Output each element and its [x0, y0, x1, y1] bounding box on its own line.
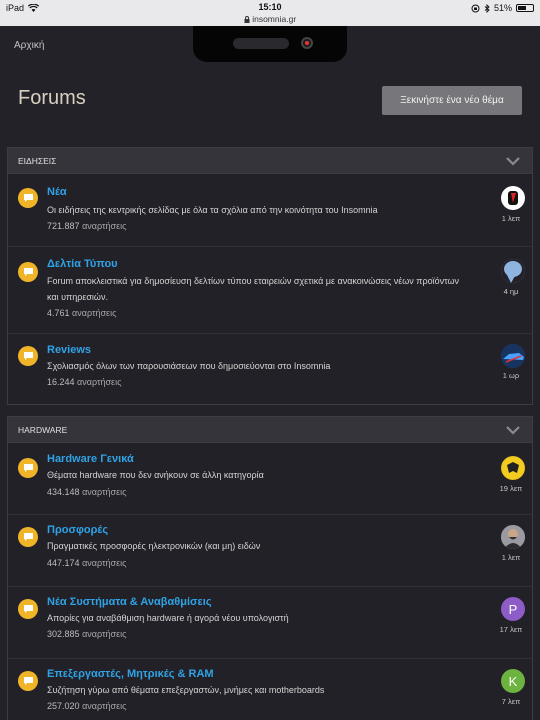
forum-row[interactable]: Δελτία Τύπου Forum αποκλειστικά για δημο… [8, 247, 532, 334]
red-logo-avatar[interactable] [501, 186, 525, 210]
forum-title[interactable]: Δελτία Τύπου [47, 258, 118, 270]
post-count: 302.885 αναρτήσεις [47, 629, 126, 639]
chat-bubble-icon [18, 188, 38, 208]
forum-title[interactable]: Προσφορές [47, 524, 108, 536]
post-count-label: αναρτήσεις [82, 558, 127, 568]
chat-bubble-icon [18, 262, 38, 282]
post-count: 4.761 αναρτήσεις [47, 308, 116, 318]
section-hardware: HARDWARE Hardware Γενικά Θέματα hardware… [7, 416, 533, 720]
forum-row[interactable]: Reviews Σχολιασμός όλων των παρουσιάσεων… [8, 334, 532, 404]
record-indicator-icon [301, 37, 313, 49]
forum-title[interactable]: Hardware Γενικά [47, 453, 134, 465]
post-count-value: 302.885 [47, 629, 80, 639]
rotation-lock-icon [471, 4, 480, 12]
camera-notch [193, 26, 347, 62]
forum-description: Οι ειδήσεις της κεντρικής σελίδας με όλα… [47, 205, 378, 215]
post-count-label: αναρτήσεις [82, 221, 127, 231]
section-header[interactable]: HARDWARE [8, 417, 532, 443]
post-count: 16.244 αναρτήσεις [47, 377, 121, 387]
forum-description: Θέματα hardware που δεν ανήκουν σε άλλη … [47, 470, 264, 480]
person-photo-avatar[interactable] [501, 525, 525, 549]
post-count: 447.174 αναρτήσεις [47, 558, 126, 568]
forum-row[interactable]: Νέα Οι ειδήσεις της κεντρικής σελίδας με… [8, 174, 532, 247]
battery-percent: 51% [493, 3, 512, 13]
post-count: 434.148 αναρτήσεις [47, 487, 126, 497]
new-topic-button[interactable]: Ξεκινήστε ένα νέο θέμα [382, 86, 522, 115]
last-post-time: 1 λεπ [501, 214, 521, 223]
yellow-emblem-avatar[interactable] [501, 456, 525, 480]
letter-avatar[interactable]: K [501, 669, 525, 693]
forum-description: Σχολιασμός όλων των παρουσιάσεων που δημ… [47, 361, 331, 371]
post-count-label: αναρτήσεις [72, 308, 117, 318]
last-post-time: 4 ημ [503, 287, 519, 296]
address-bar[interactable]: insomnia.gr [0, 14, 540, 24]
last-post-time: 1 ωρ [502, 371, 520, 380]
lock-icon [244, 16, 250, 23]
forum-description: Απορίες για αναβάθμιση hardware ή αγορά … [47, 613, 289, 623]
forum-row[interactable]: Προσφορές Πραγματικές προσφορές ηλεκτρον… [8, 515, 532, 587]
bluetooth-icon [484, 3, 490, 13]
forum-row[interactable]: Επεξεργαστές, Μητρικές & RAM Συζήτηση γύ… [8, 659, 532, 720]
blue-cloud-avatar[interactable] [501, 259, 525, 283]
post-count: 257.020 αναρτήσεις [47, 701, 126, 711]
clock: 15:10 [258, 2, 282, 12]
section-title: ΕΙΔΗΣΕΙΣ [18, 155, 57, 166]
post-count-label: αναρτήσεις [82, 629, 127, 639]
post-count-label: αναρτήσεις [82, 701, 127, 711]
last-post-time: 19 λεπ [499, 484, 523, 493]
letter-avatar[interactable]: P [501, 597, 525, 621]
url-text: insomnia.gr [252, 14, 297, 24]
notch-pill [233, 38, 289, 49]
post-count-value: 257.020 [47, 701, 80, 711]
breadcrumb-home[interactable]: Αρχική [14, 40, 44, 51]
last-post-time: 7 λεπ [501, 697, 521, 706]
forum-title[interactable]: Επεξεργαστές, Μητρικές & RAM [47, 668, 214, 680]
last-post-time: 17 λεπ [499, 625, 523, 634]
chat-bubble-icon [18, 346, 38, 366]
section-news: ΕΙΔΗΣΕΙΣ Νέα Οι ειδήσεις της κεντρικής σ… [7, 147, 533, 405]
chat-bubble-icon [18, 599, 38, 619]
forum-title[interactable]: Reviews [47, 344, 91, 356]
status-right: 51% [471, 3, 534, 13]
post-count-value: 721.887 [47, 221, 80, 231]
post-count-value: 16.244 [47, 377, 75, 387]
forum-row[interactable]: Hardware Γενικά Θέματα hardware που δεν … [8, 443, 532, 515]
chat-bubble-icon [18, 671, 38, 691]
forum-row[interactable]: Νέα Συστήματα & Αναβαθμίσεις Απορίες για… [8, 587, 532, 659]
status-bar: iPad 15:10 insomnia.gr 51% [0, 0, 540, 26]
post-count-value: 4.761 [47, 308, 70, 318]
page-title: Forums [18, 87, 86, 109]
chevron-down-icon[interactable] [506, 156, 520, 166]
forum-title[interactable]: Νέα [47, 186, 67, 198]
post-count-value: 447.174 [47, 558, 80, 568]
forum-title[interactable]: Νέα Συστήματα & Αναβαθμίσεις [47, 596, 212, 608]
forum-description: Συζήτηση γύρω από θέματα επεξεργαστών, μ… [47, 685, 325, 695]
post-count-label: αναρτήσεις [77, 377, 122, 387]
chat-bubble-icon [18, 527, 38, 547]
post-count-value: 434.148 [47, 487, 80, 497]
section-title: HARDWARE [18, 424, 68, 435]
chat-bubble-icon [18, 458, 38, 478]
post-count-label: αναρτήσεις [82, 487, 127, 497]
last-post-time: 1 λεπ [501, 553, 521, 562]
forum-description: Forum αποκλειστικά για δημοσίευση δελτίω… [47, 276, 460, 302]
forum-description: Πραγματικές προσφορές ηλεκτρονικών (και … [47, 541, 261, 551]
battery-icon [516, 4, 534, 12]
post-count: 721.887 αναρτήσεις [47, 221, 126, 231]
section-header[interactable]: ΕΙΔΗΣΕΙΣ [8, 148, 532, 174]
chevron-down-icon[interactable] [506, 425, 520, 435]
blue-car-avatar[interactable] [501, 344, 525, 368]
